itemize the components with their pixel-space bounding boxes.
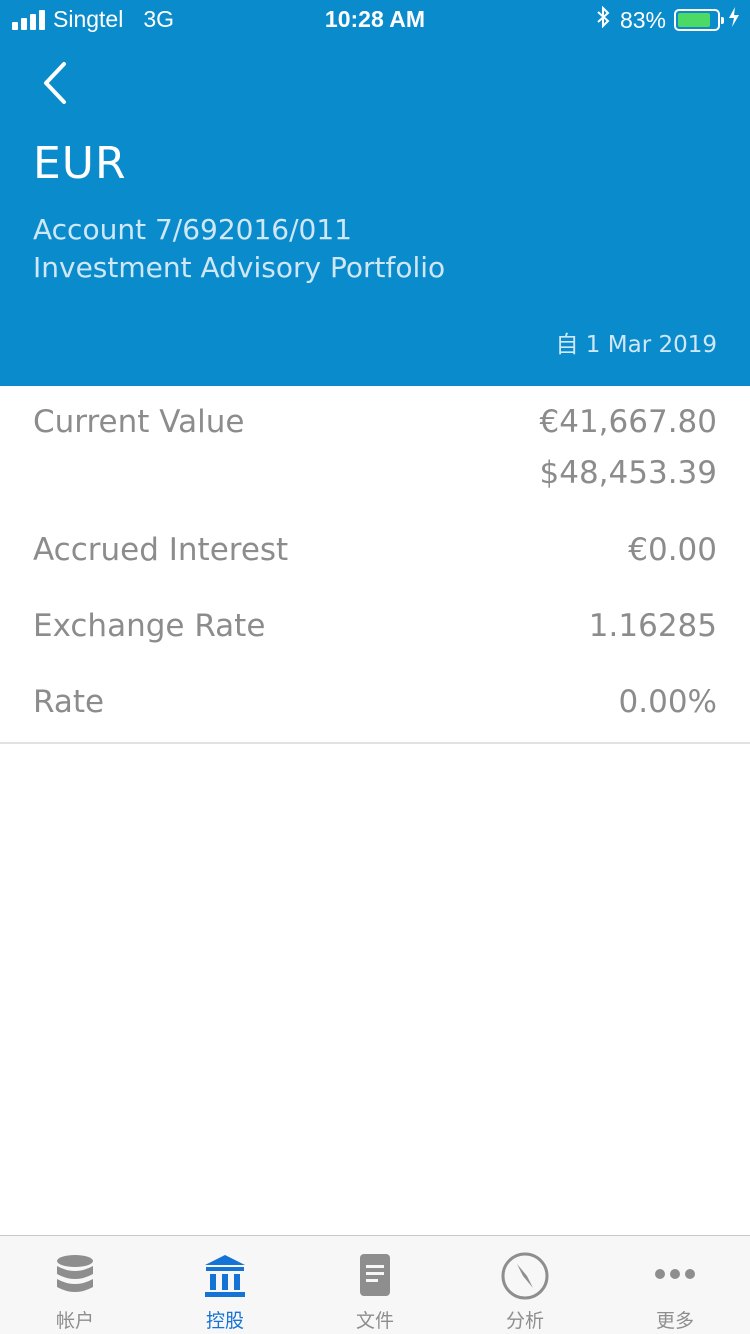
accrued-interest-value: €0.00 <box>628 532 717 568</box>
tab-label: 更多 <box>655 1310 694 1332</box>
bank-icon <box>205 1255 245 1297</box>
accrued-interest-label: Accrued Interest <box>33 532 289 568</box>
holding-details: Current Value €41,667.80 $48,453.39 Accr… <box>0 386 750 752</box>
exchange-rate-value: 1.16285 <box>588 608 717 644</box>
tab-accounts[interactable]: 帐户 <box>0 1236 150 1334</box>
tab-holdings[interactable]: 控股 <box>150 1236 300 1334</box>
bluetooth-icon <box>596 5 610 34</box>
tab-bar: 帐户 控股 文件 分析 更多 <box>0 1235 750 1334</box>
more-icon <box>655 1269 695 1279</box>
tab-analysis[interactable]: 分析 <box>450 1236 600 1334</box>
page-title: EUR <box>33 138 127 189</box>
accrued-interest-row: Accrued Interest €0.00 <box>0 524 750 600</box>
rate-label: Rate <box>33 684 105 720</box>
tab-label: 文件 <box>355 1310 394 1332</box>
battery-percent: 83% <box>619 6 666 33</box>
tab-label: 帐户 <box>55 1310 94 1332</box>
compass-icon <box>501 1252 549 1300</box>
charging-icon <box>728 7 740 33</box>
rate-value: 0.00% <box>618 684 717 720</box>
current-value-usd: $48,453.39 <box>539 455 718 491</box>
current-value-label: Current Value <box>33 404 245 440</box>
exchange-rate-row: Exchange Rate 1.16285 <box>0 600 750 676</box>
exchange-rate-label: Exchange Rate <box>33 608 266 644</box>
tab-more[interactable]: 更多 <box>600 1236 750 1334</box>
as-of-date: 自 1 Mar 2019 <box>555 332 718 358</box>
rate-row: Rate 0.00% <box>0 676 750 752</box>
document-icon <box>360 1254 390 1296</box>
tab-documents[interactable]: 文件 <box>300 1236 450 1334</box>
battery-icon <box>674 9 724 31</box>
current-value-eur: €41,667.80 <box>539 404 718 440</box>
tab-label: 分析 <box>505 1310 544 1332</box>
tab-label: 控股 <box>205 1310 244 1332</box>
chevron-left-icon <box>44 62 66 104</box>
back-button[interactable] <box>36 60 76 106</box>
portfolio-name: Investment Advisory Portfolio <box>33 251 446 284</box>
status-bar: Singtel 3G 10:28 AM 83% <box>0 0 750 40</box>
current-value-row: Current Value €41,667.80 $48,453.39 <box>0 386 750 524</box>
details-divider <box>0 742 750 744</box>
account-number: Account 7/692016/011 <box>33 213 352 246</box>
database-icon <box>57 1255 93 1292</box>
header: Singtel 3G 10:28 AM 83% EUR Account 7/69… <box>0 0 750 386</box>
